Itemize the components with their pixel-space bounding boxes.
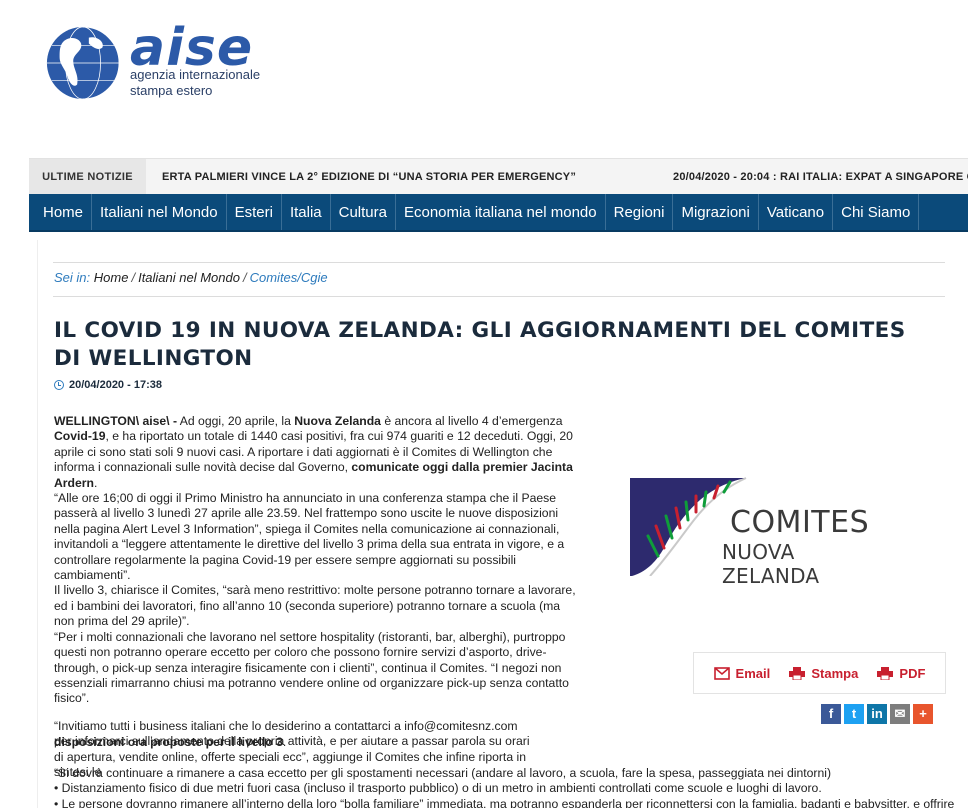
pdf-action[interactable]: PDF (877, 666, 925, 681)
text-run: . (93, 475, 98, 490)
text-run: . (282, 735, 287, 749)
paragraph: “Alle ore 16;00 di oggi il Primo Ministr… (54, 491, 565, 583)
main-nav: Home Italiani nel Mondo Esteri Italia Cu… (29, 194, 968, 232)
site-logo[interactable]: aise agenzia internazionale stampa ester… (44, 20, 284, 100)
clock-icon (54, 380, 64, 390)
ticker-item[interactable]: ERTA PALMIERI VINCE LA 2° EDIZIONE DI “U… (162, 159, 576, 194)
list-item: • Distanziamento fisico di due metri fuo… (54, 781, 822, 796)
email-action-label: Email (735, 665, 771, 681)
nav-item-esteri[interactable]: Esteri (227, 194, 282, 230)
divider (53, 296, 945, 297)
share-bar: f t in ✉ + (821, 704, 933, 724)
article-body-list: “Si dovrà continuare a rimanere a casa e… (54, 766, 954, 808)
breadcrumb-separator: / (131, 270, 136, 285)
linkedin-icon[interactable]: in (867, 704, 887, 724)
printer-icon (877, 666, 894, 680)
article-body: WELLINGTON\ aise\ - Ad oggi, 20 aprile, … (54, 414, 576, 707)
breadcrumb-home-link[interactable]: Home (94, 270, 129, 285)
dateline: WELLINGTON\ aise\ - (54, 414, 178, 428)
article-title: IL COVID 19 IN NUOVA ZELANDA: GLI AGGIOR… (54, 318, 906, 371)
brand-tagline: agenzia internazionale (130, 67, 261, 82)
text-run: Ad oggi, 20 aprile, la (177, 414, 295, 428)
news-ticker: ULTIME NOTIZIE ERTA PALMIERI VINCE LA 2°… (29, 158, 968, 194)
paragraph: disposizioni ora proposte per il livello… (54, 735, 954, 750)
list-item: • Le persone dovranno rimanere all’inter… (54, 796, 955, 808)
nav-item-regioni[interactable]: Regioni (606, 194, 674, 230)
envelope-icon (713, 666, 730, 680)
nav-item-italiani-nel-mondo[interactable]: Italiani nel Mondo (92, 194, 227, 230)
breadcrumb-section-link[interactable]: Italiani nel Mondo (138, 270, 240, 285)
breadcrumb-current[interactable]: Comites/Cgie (250, 270, 328, 285)
article-actions: Email Stampa PDF (693, 652, 946, 694)
divider (53, 262, 945, 263)
print-action-label: Stampa (811, 665, 859, 681)
paragraph: “Per i molti connazionali che lavorano n… (54, 629, 569, 706)
email-share-icon[interactable]: ✉ (890, 704, 910, 724)
nav-item-italia[interactable]: Italia (282, 194, 331, 230)
printer-icon (789, 666, 806, 680)
facebook-icon[interactable]: f (821, 704, 841, 724)
breadcrumb: Sei in: Home / Italiani nel Mondo / Comites/… (54, 270, 328, 285)
brand-tagline-2: stampa estero (130, 83, 213, 98)
globe-icon (46, 26, 120, 100)
ticker-label: ULTIME NOTIZIE (29, 159, 146, 194)
article-date-text: 20/04/2020 - 17:38 (69, 379, 162, 391)
paragraph: Il livello 3, chiarisce il Comites, “sar… (54, 583, 576, 629)
nav-item-cultura[interactable]: Cultura (331, 194, 396, 230)
image-caption: COMITES (730, 505, 870, 540)
nav-item-economia[interactable]: Economia italiana nel mondo (396, 194, 606, 230)
more-share-icon[interactable]: + (913, 704, 933, 724)
text-run-bold: disposizioni ora proposte per il livello… (54, 735, 283, 749)
nav-item-vaticano[interactable]: Vaticano (759, 194, 834, 230)
paragraph: “Si dovrà continuare a rimanere a casa e… (54, 766, 832, 780)
ticker-item[interactable]: 20/04/2020 - 20:04 : RAI ITALIA: EXPAT A… (673, 159, 968, 194)
text-run-bold: Nuova Zelanda (294, 414, 381, 428)
breadcrumb-intro: Sei in: (54, 270, 91, 285)
email-action[interactable]: Email (713, 665, 771, 681)
nav-item-migrazioni[interactable]: Migrazioni (673, 194, 759, 230)
twitter-icon[interactable]: t (844, 704, 864, 724)
breadcrumb-separator: / (242, 270, 247, 285)
print-action[interactable]: Stampa (789, 666, 858, 681)
text-run: è ancora al livello 4 d’emergenza (380, 414, 563, 428)
paragraph: WELLINGTON\ aise\ - Ad oggi, 20 aprile, … (54, 414, 576, 491)
nav-item-chi-siamo[interactable]: Chi Siamo (833, 194, 920, 230)
comites-logo-image: COMITES NUOVA ZELANDA (628, 476, 878, 588)
pdf-action-label: PDF (899, 665, 926, 681)
article-date: 20/04/2020 - 17:38 (54, 379, 162, 391)
article-body-continued-2: disposizioni ora proposte per il livello… (54, 735, 954, 750)
image-caption: NUOVA ZELANDA (722, 540, 820, 588)
nav-item-home[interactable]: Home (29, 194, 93, 230)
text-run-bold: Covid-19 (54, 429, 106, 444)
